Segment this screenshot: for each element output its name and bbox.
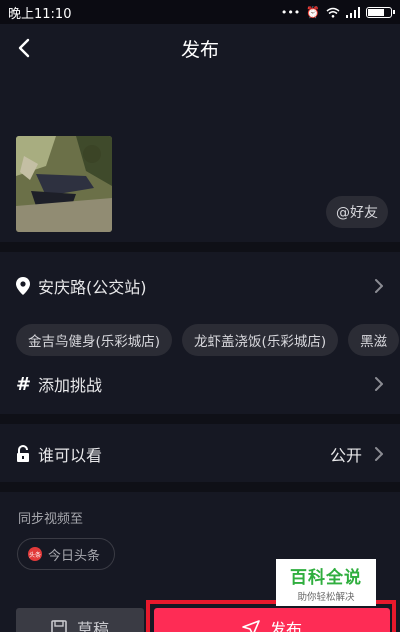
alarm-icon: ⏰ xyxy=(306,5,320,19)
visibility-label: 谁可以看 xyxy=(38,446,103,465)
add-challenge-row[interactable]: # 添加挑战 xyxy=(0,358,400,410)
hashtag-icon: # xyxy=(16,373,32,395)
status-time: 晚上11:10 xyxy=(8,6,72,22)
sync-toutiao-toggle[interactable]: 头条 今日头条 xyxy=(17,538,116,570)
dots-icon: ••• xyxy=(280,5,301,19)
sync-label: 同步视频至 xyxy=(18,512,84,527)
status-bar: 晚上11:10 ••• ⏰ xyxy=(0,0,400,24)
draft-button[interactable]: 草稿 xyxy=(16,608,144,632)
send-icon xyxy=(242,620,260,632)
location-suggestion-chip[interactable]: 金吉鸟健身(乐彩城店) xyxy=(16,324,173,356)
nav-bar: 发布 xyxy=(0,24,400,72)
draft-label: 草稿 xyxy=(76,620,109,632)
toutiao-icon: 头条 xyxy=(28,547,42,561)
mention-friend-label: @好友 xyxy=(336,205,378,221)
location-suggestion-label: 黑滋 xyxy=(360,334,388,350)
location-suggestion-chip[interactable]: 黑滋 xyxy=(348,324,400,356)
watermark-subtitle: 助你轻松解决 xyxy=(297,591,355,603)
watermark-logo: 百科全说 助你轻松解决 xyxy=(276,559,376,606)
video-thumbnail[interactable] xyxy=(16,136,112,232)
wifi-icon xyxy=(326,7,340,18)
status-icons: ••• ⏰ xyxy=(280,5,395,19)
chevron-right-icon xyxy=(375,279,383,293)
chevron-left-icon xyxy=(18,38,30,58)
battery-icon xyxy=(366,6,395,18)
location-suggestion-label: 龙虾盖浇饭(乐彩城店) xyxy=(194,334,327,350)
add-challenge-label: 添加挑战 xyxy=(38,376,103,395)
location-pin-icon xyxy=(16,277,30,295)
media-area: @好友 xyxy=(0,72,400,242)
section-divider xyxy=(0,482,400,492)
location-suggestion-chip[interactable]: 龙虾盖浇饭(乐彩城店) xyxy=(182,324,339,356)
save-draft-icon xyxy=(51,620,67,632)
signal-icon xyxy=(346,6,360,18)
mention-friend-button[interactable]: @好友 xyxy=(326,196,388,228)
publish-button[interactable]: 发布 xyxy=(154,608,390,632)
location-row[interactable]: 安庆路(公交站) xyxy=(0,260,400,312)
watermark-title: 百科全说 xyxy=(290,567,362,588)
lock-icon xyxy=(17,445,29,462)
section-divider xyxy=(0,414,400,424)
location-name: 安庆路(公交站) xyxy=(38,278,147,297)
thumbnail-image xyxy=(16,136,112,232)
location-suggestions: 金吉鸟健身(乐彩城店) 龙虾盖浇饭(乐彩城店) 黑滋 xyxy=(16,324,400,356)
sync-target-label: 今日头条 xyxy=(48,548,101,564)
publish-label: 发布 xyxy=(269,620,302,632)
toutiao-icon-text: 头条 xyxy=(28,551,41,559)
back-button[interactable] xyxy=(6,30,42,66)
chevron-right-icon xyxy=(375,447,383,461)
location-suggestion-label: 金吉鸟健身(乐彩城店) xyxy=(28,334,161,350)
page-title: 发布 xyxy=(180,38,219,61)
section-divider xyxy=(0,242,400,252)
visibility-row[interactable]: 谁可以看 公开 xyxy=(0,428,400,480)
visibility-value: 公开 xyxy=(329,446,362,465)
chevron-right-icon xyxy=(375,377,383,391)
